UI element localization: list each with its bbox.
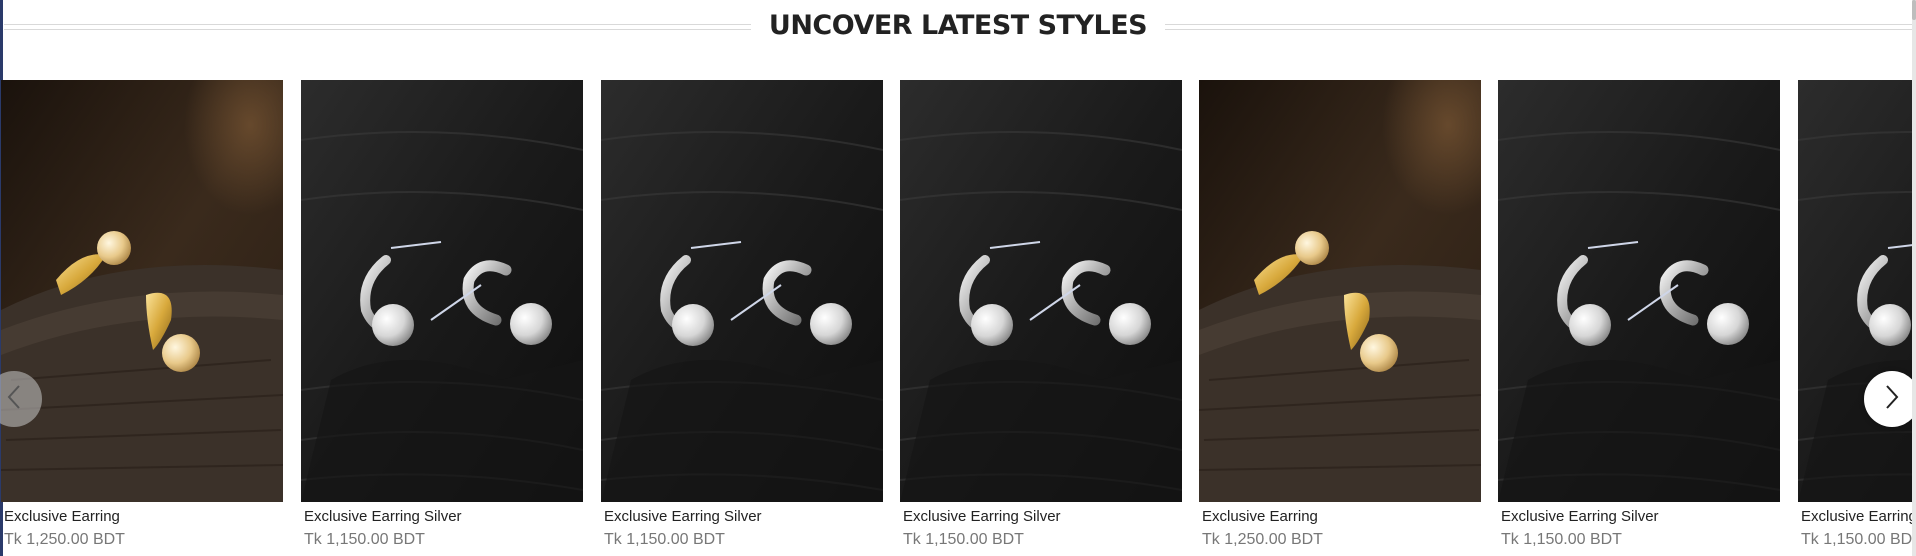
product-card[interactable]: Exclusive Earring Silver Tk 1,150.00 BDT xyxy=(601,80,883,556)
product-price: Tk 1,150.00 BDT xyxy=(604,531,725,548)
header-rule-left xyxy=(4,24,751,30)
product-image[interactable] xyxy=(900,80,1182,502)
product-name[interactable]: Exclusive Earring Silver xyxy=(903,508,1061,525)
section-title: UNCOVER LATEST STYLES xyxy=(768,10,1148,41)
product-image[interactable] xyxy=(1199,80,1481,502)
product-price: Tk 1,150.00 BDT xyxy=(1501,531,1622,548)
product-price: Tk 1,250.00 BDT xyxy=(4,531,125,548)
product-name[interactable]: Exclusive Earring xyxy=(4,508,120,525)
product-price: Tk 1,150.00 BDT xyxy=(903,531,1024,548)
product-image[interactable] xyxy=(1498,80,1780,502)
product-name[interactable]: Exclusive Earring Silver xyxy=(1501,508,1659,525)
carousel-next-button[interactable] xyxy=(1864,371,1912,427)
product-price: Tk 1,250.00 BDT xyxy=(1202,531,1323,548)
product-card[interactable]: Exclusive Earring Silver Tk 1,150.00 BDT xyxy=(900,80,1182,556)
vertical-scrollbar[interactable] xyxy=(1912,0,1916,556)
product-price: Tk 1,150.00 BDT xyxy=(304,531,425,548)
product-name[interactable]: Exclusive Earring Silver xyxy=(604,508,762,525)
product-card[interactable]: Exclusive Earring Tk 1,250.00 BDT xyxy=(1,80,283,556)
product-image[interactable] xyxy=(1,80,283,502)
scrollbar-thumb[interactable] xyxy=(1912,0,1916,20)
chevron-left-icon xyxy=(3,383,25,416)
product-price: Tk 1,150.00 BDT xyxy=(1801,531,1912,548)
section-header: UNCOVER LATEST STYLES xyxy=(0,0,1913,52)
product-card[interactable]: Exclusive Earring Silver Tk 1,150.00 BDT xyxy=(1798,80,1912,556)
product-image[interactable] xyxy=(301,80,583,502)
product-carousel: Exclusive Earring Tk 1,250.00 BDT Exclus… xyxy=(0,80,1912,556)
product-card[interactable]: Exclusive Earring Silver Tk 1,150.00 BDT xyxy=(1498,80,1780,556)
product-image[interactable] xyxy=(1798,80,1912,502)
product-image[interactable] xyxy=(601,80,883,502)
product-name[interactable]: Exclusive Earring xyxy=(1202,508,1318,525)
product-card[interactable]: Exclusive Earring Silver Tk 1,150.00 BDT xyxy=(301,80,583,556)
product-name[interactable]: Exclusive Earring Silver xyxy=(304,508,462,525)
header-rule-right xyxy=(1165,24,1913,30)
product-card[interactable]: Exclusive Earring Tk 1,250.00 BDT xyxy=(1199,80,1481,556)
chevron-right-icon xyxy=(1881,383,1903,416)
product-name[interactable]: Exclusive Earring Silver xyxy=(1801,508,1912,525)
